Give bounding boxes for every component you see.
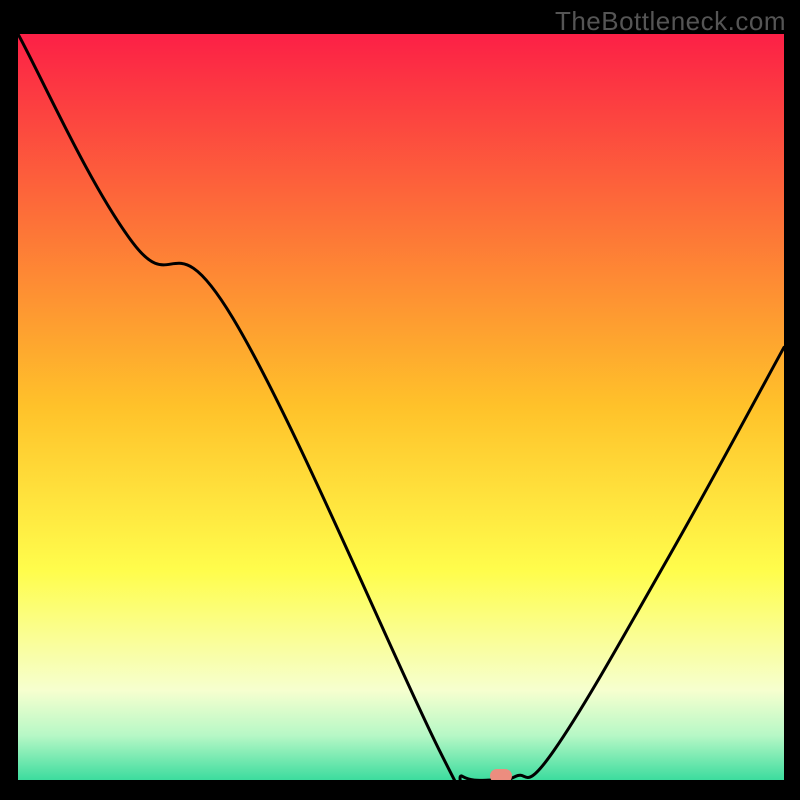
optimal-marker [490,769,512,780]
chart-frame: TheBottleneck.com [0,0,800,800]
chart-svg [18,34,784,780]
plot-area [18,34,784,780]
watermark-text: TheBottleneck.com [555,6,786,37]
